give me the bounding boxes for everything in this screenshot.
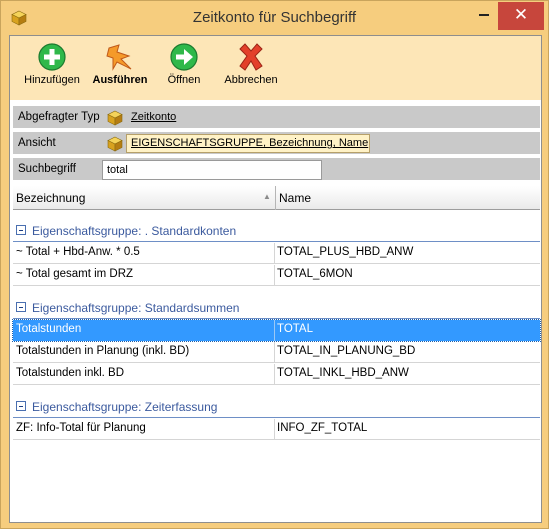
cube-icon xyxy=(107,110,123,126)
suchbegriff-row: Suchbegriff xyxy=(13,158,540,182)
group-header-standardkonten[interactable]: Eigenschaftsgruppe: . Standardkonten xyxy=(13,220,540,242)
cell-name: TOTAL_PLUS_HBD_ANW xyxy=(277,246,414,258)
column-header-bezeichnung[interactable]: Bezeichnung xyxy=(16,191,85,205)
cell-separator xyxy=(274,364,275,385)
table-row[interactable]: ~ Total + Hbd-Anw. * 0.5 TOTAL_PLUS_HBD_… xyxy=(13,243,540,264)
table-row[interactable]: Totalstunden inkl. BD TOTAL_INKL_HBD_ANW xyxy=(13,364,540,385)
cell-name: TOTAL_IN_PLANUNG_BD xyxy=(277,345,416,357)
cell-name: TOTAL_INKL_HBD_ANW xyxy=(277,367,409,379)
execute-icon xyxy=(106,44,132,71)
dialog-window: Zeitkonto für Suchbegriff ✕ Hinzufügen A… xyxy=(0,0,549,529)
ansicht-label: Ansicht xyxy=(18,137,56,149)
cancel-x-icon xyxy=(239,43,263,71)
group-label: Eigenschaftsgruppe: . Standardkonten xyxy=(32,224,237,238)
grid-header: Bezeichnung ▲ Name xyxy=(13,186,540,210)
cancel-button[interactable]: Abbrechen xyxy=(220,42,282,86)
cell-bezeichnung: Totalstunden xyxy=(16,323,82,335)
cell-separator xyxy=(274,265,275,286)
open-label: Öffnen xyxy=(167,74,201,86)
add-icon xyxy=(38,43,66,71)
column-header-name[interactable]: Name xyxy=(279,191,311,205)
minimize-button[interactable] xyxy=(479,14,489,16)
execute-button[interactable]: Ausführen xyxy=(90,42,150,86)
typ-label: Abgefragter Typ xyxy=(18,111,100,123)
cell-bezeichnung: ~ Total gesamt im DRZ xyxy=(16,268,134,280)
title-bar[interactable]: Zeitkonto für Suchbegriff ✕ xyxy=(1,1,548,35)
cell-bezeichnung: ~ Total + Hbd-Anw. * 0.5 xyxy=(16,246,140,258)
toolbar: Hinzufügen Ausführen Öffnen Abbrechen xyxy=(10,36,541,100)
search-input[interactable] xyxy=(102,160,322,180)
ansicht-value: EIGENSCHAFTSGRUPPE, Bezeichnung, Name xyxy=(131,137,369,149)
cell-separator xyxy=(274,419,275,440)
table-row[interactable]: ZF: Info-Total für Planung INFO_ZF_TOTAL xyxy=(13,419,540,440)
open-arrow-icon xyxy=(170,43,198,71)
table-row[interactable]: ~ Total gesamt im DRZ TOTAL_6MON xyxy=(13,265,540,286)
ansicht-row: Ansicht EIGENSCHAFTSGRUPPE, Bezeichnung,… xyxy=(13,132,540,156)
group-header-standardsummen[interactable]: Eigenschaftsgruppe: Standardsummen xyxy=(13,297,540,319)
cell-separator xyxy=(274,320,275,341)
collapse-icon[interactable] xyxy=(16,302,26,312)
client-area: Hinzufügen Ausführen Öffnen Abbrechen Ab… xyxy=(9,35,542,523)
group-header-zeiterfassung[interactable]: Eigenschaftsgruppe: Zeiterfassung xyxy=(13,396,540,418)
execute-label: Ausführen xyxy=(92,74,148,86)
cell-bezeichnung: Totalstunden in Planung (inkl. BD) xyxy=(16,345,190,357)
cube-icon xyxy=(107,136,123,152)
group-label: Eigenschaftsgruppe: Standardsummen xyxy=(32,301,240,315)
typ-link[interactable]: Zeitkonto xyxy=(131,111,176,123)
group-label: Eigenschaftsgruppe: Zeiterfassung xyxy=(32,400,218,414)
results-grid: Bezeichnung ▲ Name Eigenschaftsgruppe: .… xyxy=(12,186,541,522)
cell-name: TOTAL xyxy=(277,323,313,335)
query-properties: Abgefragter Typ Zeitkonto Ansicht EIGENS… xyxy=(10,100,541,184)
typ-row: Abgefragter Typ Zeitkonto xyxy=(13,106,540,130)
open-button[interactable]: Öffnen xyxy=(158,42,210,86)
cell-separator xyxy=(274,243,275,264)
add-button[interactable]: Hinzufügen xyxy=(20,42,84,86)
suchbegriff-label: Suchbegriff xyxy=(18,163,76,175)
ansicht-link[interactable]: EIGENSCHAFTSGRUPPE, Bezeichnung, Name xyxy=(126,134,370,153)
cell-name: INFO_ZF_TOTAL xyxy=(277,422,368,434)
table-row-selected[interactable]: Totalstunden TOTAL xyxy=(12,319,541,342)
collapse-icon[interactable] xyxy=(16,225,26,235)
cancel-label: Abbrechen xyxy=(224,74,278,86)
cell-bezeichnung: ZF: Info-Total für Planung xyxy=(16,422,146,434)
close-button[interactable]: ✕ xyxy=(498,2,544,30)
table-row[interactable]: Totalstunden in Planung (inkl. BD) TOTAL… xyxy=(13,342,540,363)
window-title: Zeitkonto für Suchbegriff xyxy=(192,9,357,26)
column-separator[interactable] xyxy=(275,186,276,210)
cell-separator xyxy=(274,342,275,363)
add-label: Hinzufügen xyxy=(24,74,80,86)
sort-ascending-icon: ▲ xyxy=(263,192,271,201)
cell-name: TOTAL_6MON xyxy=(277,268,353,280)
collapse-icon[interactable] xyxy=(16,401,26,411)
cell-bezeichnung: Totalstunden inkl. BD xyxy=(16,367,125,379)
